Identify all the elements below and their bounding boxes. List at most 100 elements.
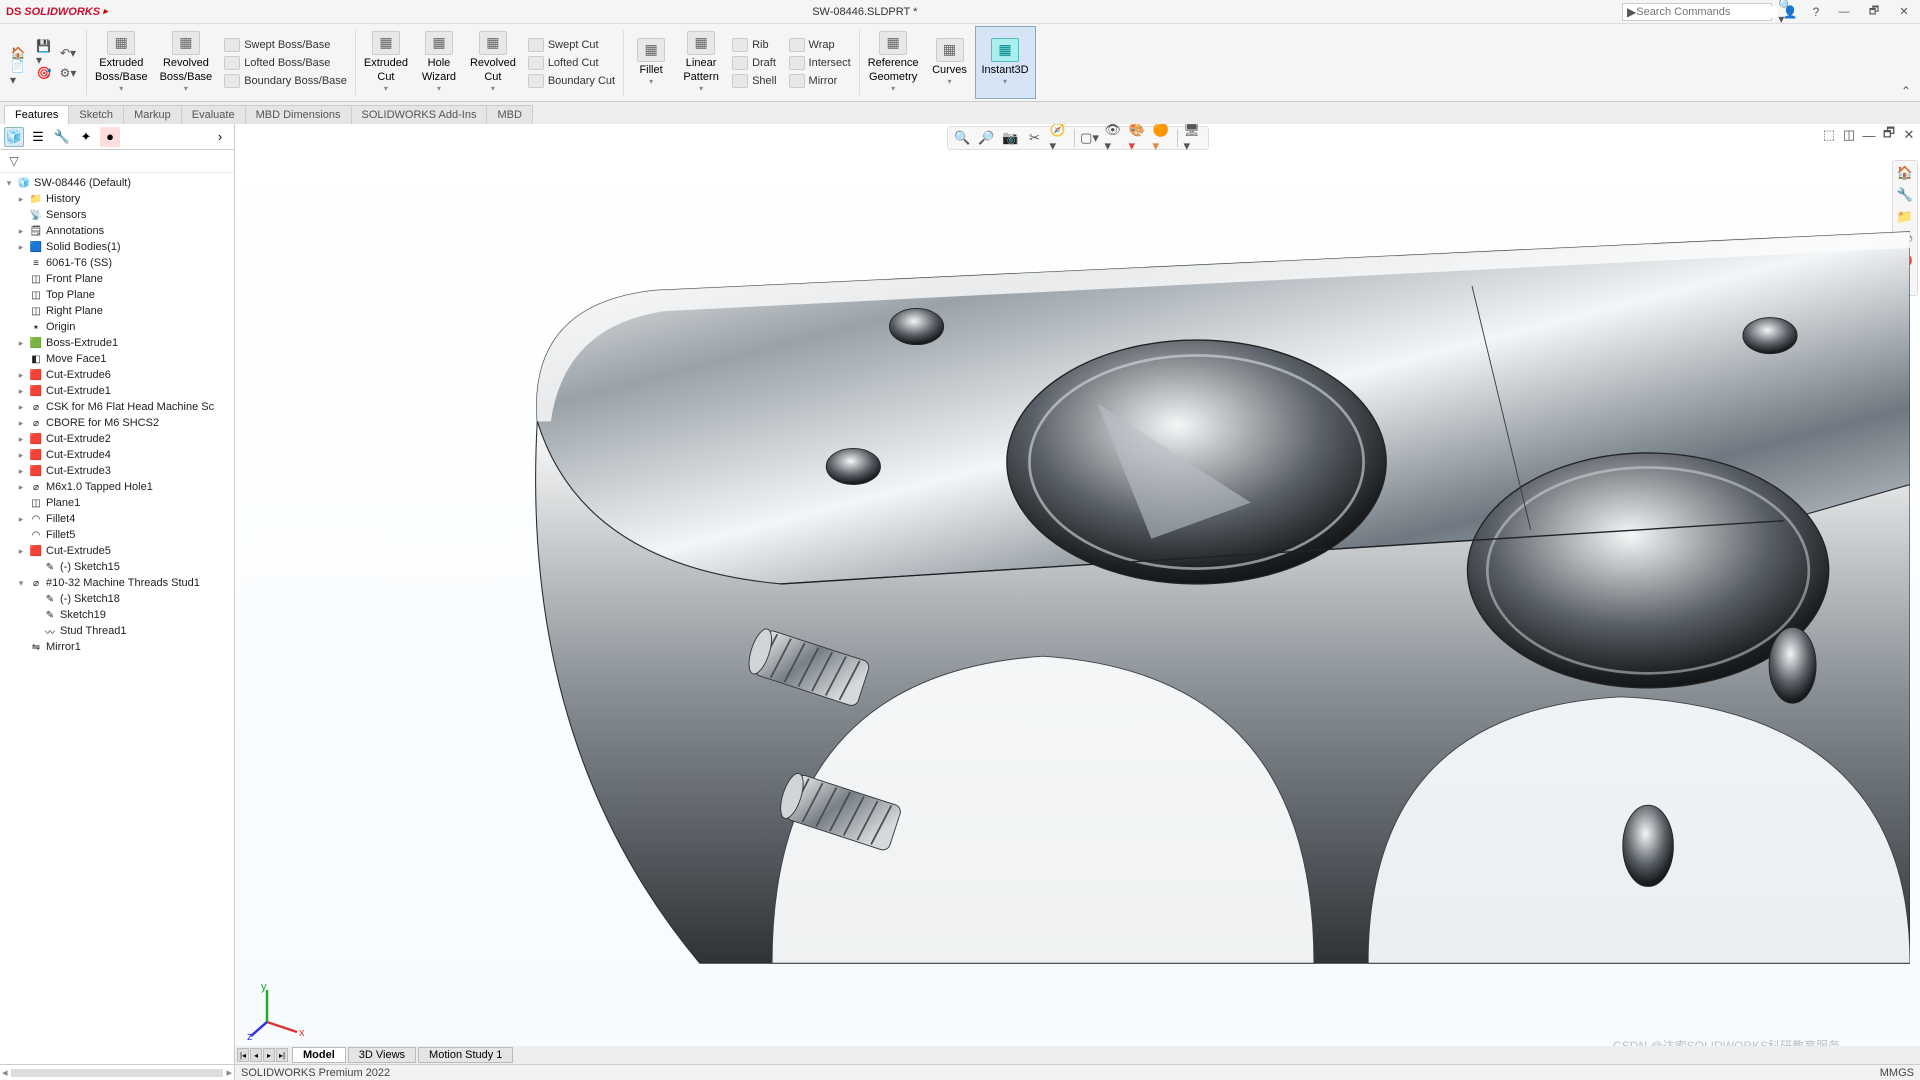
ribbon-collapse-icon[interactable]: ⌃	[1898, 83, 1914, 99]
fm-property-icon[interactable]: ☰	[28, 127, 48, 147]
save-icon[interactable]: 💾▾	[36, 45, 52, 61]
zoom-area-icon[interactable]: 🔎	[978, 129, 996, 147]
restore-icon[interactable]: 🗗	[1864, 4, 1884, 20]
tree-item[interactable]: ✎(-) Sketch18	[0, 591, 234, 607]
vp-min-icon[interactable]: —	[1860, 126, 1878, 144]
cm-tab-mbd[interactable]: MBD	[486, 105, 532, 124]
revolved-boss-button[interactable]: ▦RevolvedBoss/Base▾	[154, 26, 219, 99]
minimize-icon[interactable]: —	[1834, 4, 1854, 20]
reference-geometry-button[interactable]: ▦ReferenceGeometry▾	[862, 26, 925, 99]
fm-display-icon[interactable]: ●	[100, 127, 120, 147]
options-icon[interactable]: ⚙▾	[60, 65, 76, 81]
tree-item[interactable]: ≡6061-T6 (SS)	[0, 255, 234, 271]
tree-item[interactable]: ▸🟦Solid Bodies(1)	[0, 239, 234, 255]
orient-icon[interactable]: 🧭▾	[1050, 129, 1068, 147]
tree-item[interactable]: ▸🟩Boss-Extrude1	[0, 335, 234, 351]
draft-button[interactable]: Draft	[730, 55, 778, 71]
tree-item[interactable]: ▸🟥Cut-Extrude1	[0, 383, 234, 399]
tree-item[interactable]: ▸⌀M6x1.0 Tapped Hole1	[0, 479, 234, 495]
tab-nav[interactable]: |◂◂▸▸|	[235, 1048, 290, 1062]
revolved-cut-button[interactable]: ▦RevolvedCut▾	[464, 26, 522, 99]
cm-tab-markup[interactable]: Markup	[123, 105, 182, 124]
display-style-icon[interactable]: ▢▾	[1081, 129, 1099, 147]
tree-item[interactable]: ▸📁History	[0, 191, 234, 207]
prev-view-icon[interactable]: 📷	[1002, 129, 1020, 147]
mirror-button[interactable]: Mirror	[787, 73, 853, 89]
view-settings-icon[interactable]: 🖥▾	[1184, 129, 1202, 147]
shell-button[interactable]: Shell	[730, 73, 778, 89]
fm-config-icon[interactable]: 🔧	[52, 127, 72, 147]
cm-tab-mbd-dimensions[interactable]: MBD Dimensions	[245, 105, 352, 124]
boundary-cut-button[interactable]: Boundary Cut	[526, 73, 617, 89]
cm-tab-evaluate[interactable]: Evaluate	[181, 105, 246, 124]
cm-tab-features[interactable]: Features	[4, 105, 69, 124]
tree-item[interactable]: ▸🟥Cut-Extrude4	[0, 447, 234, 463]
lofted-boss-button[interactable]: Lofted Boss/Base	[222, 55, 349, 71]
wrap-button[interactable]: Wrap	[787, 37, 853, 53]
vp-close-icon[interactable]: ✕	[1900, 126, 1918, 144]
cm-tab-sketch[interactable]: Sketch	[68, 105, 124, 124]
print-icon[interactable]: 🎯	[36, 65, 52, 81]
tree-item[interactable]: ◫Plane1	[0, 495, 234, 511]
undo-icon[interactable]: ↶▾	[60, 45, 76, 61]
close-icon[interactable]: ✕	[1894, 4, 1914, 20]
tree-item[interactable]: ◫Top Plane	[0, 287, 234, 303]
lofted-cut-button[interactable]: Lofted Cut	[526, 55, 617, 71]
tree-item[interactable]: ◠Fillet5	[0, 527, 234, 543]
extruded-boss-button[interactable]: ▦ExtrudedBoss/Base▾	[89, 26, 154, 99]
tree-item[interactable]: ▸🟥Cut-Extrude6	[0, 367, 234, 383]
graphics-viewport[interactable]: 🔍 🔎 📷 ✂ 🧭▾ ▢▾ 👁▾ 🎨▾ 🟠▾ 🖥▾ ⬚ ◫ — 🗗 ✕ 🏠 🔧 …	[235, 124, 1920, 1080]
swept-cut-button[interactable]: Swept Cut	[526, 37, 617, 53]
tree-item[interactable]: ▸⌀CSK for M6 Flat Head Machine Sc	[0, 399, 234, 415]
bottom-tab-model[interactable]: Model	[292, 1047, 346, 1063]
zoom-fit-icon[interactable]: 🔍	[954, 129, 972, 147]
vp-max-icon[interactable]: 🗗	[1880, 126, 1898, 144]
view-triad[interactable]: x y z	[247, 982, 307, 1042]
linear-pattern-button[interactable]: ▦LinearPattern▾	[676, 26, 726, 99]
panel-hscroll[interactable]: ◂▸	[0, 1064, 234, 1080]
fm-design-tree-icon[interactable]: 🧊	[4, 127, 24, 147]
appearance-icon[interactable]: 🎨▾	[1129, 129, 1147, 147]
help-icon[interactable]: ?	[1808, 4, 1824, 20]
section-icon[interactable]: ✂	[1026, 129, 1044, 147]
tree-item[interactable]: ▸⌀CBORE for M6 SHCS2	[0, 415, 234, 431]
vp-split-icon[interactable]: ◫	[1840, 126, 1858, 144]
scene-icon[interactable]: 🟠▾	[1153, 129, 1171, 147]
tree-item[interactable]: ▸🟥Cut-Extrude2	[0, 431, 234, 447]
tree-item[interactable]: ▸🟥Cut-Extrude5	[0, 543, 234, 559]
fm-dimx-icon[interactable]: ✦	[76, 127, 96, 147]
fillet-button[interactable]: ▦Fillet▾	[626, 26, 676, 99]
hide-show-icon[interactable]: 👁▾	[1105, 129, 1123, 147]
tree-item[interactable]: ✎(-) Sketch15	[0, 559, 234, 575]
tree-root[interactable]: ▾🧊 SW-08446 (Default)	[0, 175, 234, 191]
tree-item[interactable]: ▸◠Fillet4	[0, 511, 234, 527]
tree-item[interactable]: ⇋Mirror1	[0, 639, 234, 655]
tree-item[interactable]: 〰Stud Thread1	[0, 623, 234, 639]
fm-more-icon[interactable]: ›	[210, 127, 230, 147]
tree-item[interactable]: ◫Right Plane	[0, 303, 234, 319]
intersect-button[interactable]: Intersect	[787, 55, 853, 71]
user-icon[interactable]: 👤	[1782, 4, 1798, 20]
filter-icon[interactable]: ▽	[6, 153, 22, 169]
cm-tab-solidworks-add-ins[interactable]: SOLIDWORKS Add-Ins	[351, 105, 488, 124]
rib-button[interactable]: Rib	[730, 37, 778, 53]
feature-tree[interactable]: ▾🧊 SW-08446 (Default) ▸📁History📡Sensors▸…	[0, 173, 234, 1064]
tree-item[interactable]: ✎Sketch19	[0, 607, 234, 623]
search-commands[interactable]: ▶ 🔍▾	[1622, 3, 1772, 21]
search-input[interactable]	[1636, 6, 1778, 18]
tree-item[interactable]: ▸🗒Annotations	[0, 223, 234, 239]
tree-item[interactable]: ▾⌀#10-32 Machine Threads Stud1	[0, 575, 234, 591]
bottom-tab-motion-study-1[interactable]: Motion Study 1	[418, 1047, 513, 1063]
hole-wizard-button[interactable]: ▦HoleWizard▾	[414, 26, 464, 99]
new-icon[interactable]: 📄▾	[10, 65, 26, 81]
tree-item[interactable]: ⭑Origin	[0, 319, 234, 335]
bottom-tab-3d-views[interactable]: 3D Views	[348, 1047, 416, 1063]
tree-item[interactable]: ◫Front Plane	[0, 271, 234, 287]
curves-button[interactable]: ▦Curves▾	[925, 26, 975, 99]
tree-item[interactable]: ▸🟥Cut-Extrude3	[0, 463, 234, 479]
tree-item[interactable]: 📡Sensors	[0, 207, 234, 223]
tree-item[interactable]: ◧Move Face1	[0, 351, 234, 367]
extruded-cut-button[interactable]: ▦ExtrudedCut▾	[358, 26, 414, 99]
vp-expand-icon[interactable]: ⬚	[1820, 126, 1838, 144]
swept-boss-button[interactable]: Swept Boss/Base	[222, 37, 349, 53]
